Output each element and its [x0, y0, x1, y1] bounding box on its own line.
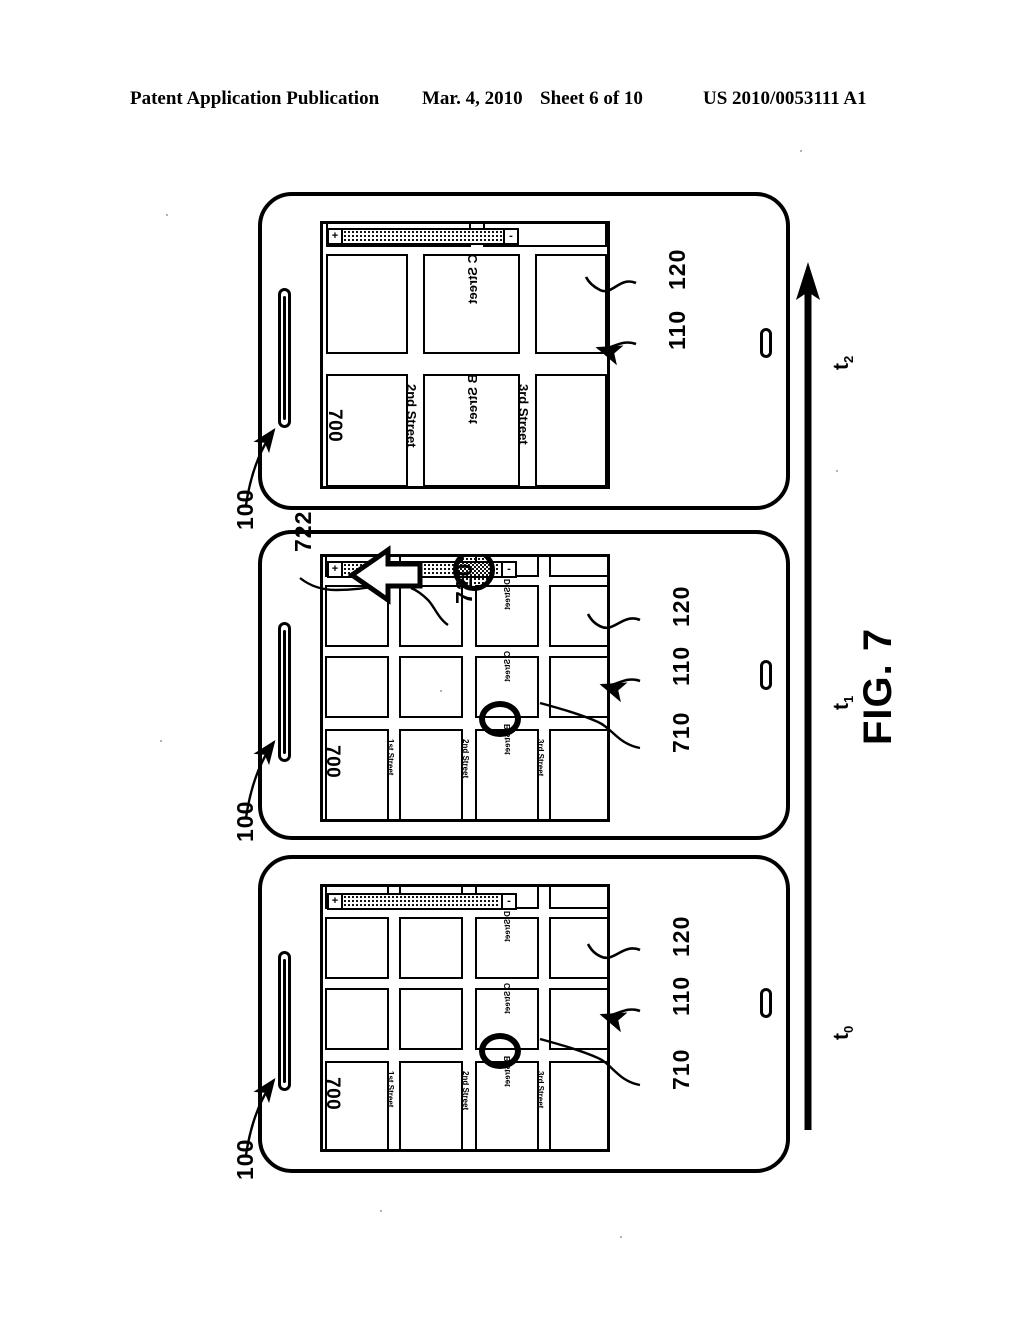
device-t1: D Street C Street B Street 1st Street 2n… — [258, 530, 790, 840]
ref-100-t0: 100 — [232, 1138, 258, 1180]
ref-120-t0: 120 — [668, 915, 694, 957]
street-label-c-street: C Street — [465, 254, 480, 304]
screen-t0: D Street C Street B Street 1st Street 2n… — [320, 884, 610, 1152]
device-t0: D Street C Street B Street 1st Street 2n… — [258, 855, 790, 1173]
scan-speck — [620, 1236, 622, 1238]
street-label-c-street: C Street — [503, 651, 512, 682]
map-block — [399, 988, 463, 1050]
zoom-out-button[interactable]: - — [501, 895, 515, 908]
map-block — [399, 729, 463, 819]
map-block — [325, 917, 389, 979]
map-block — [326, 254, 408, 354]
map-t0: D Street C Street B Street 1st Street 2n… — [323, 887, 607, 1149]
home-button[interactable] — [760, 328, 772, 358]
street-label-3rd-street: 3rd Street — [516, 384, 531, 445]
ref-720-t1: 720 — [451, 562, 477, 604]
map-block — [549, 1061, 607, 1149]
ref-110-t1: 110 — [668, 645, 694, 686]
map-block — [549, 988, 607, 1050]
ref-710-t1: 710 — [668, 711, 694, 753]
map-block — [549, 887, 607, 909]
scan-speck — [380, 1210, 382, 1212]
map-block — [399, 917, 463, 979]
ref-110-t0: 110 — [668, 975, 694, 1016]
ref-100-t2: 100 — [232, 488, 258, 530]
ref-120-t1: 120 — [668, 585, 694, 627]
scan-speck — [440, 690, 442, 692]
map-block — [549, 729, 607, 819]
street-label-b-street: B Street — [465, 374, 480, 424]
timeline-label-t1: t1 — [830, 695, 857, 710]
timeline-arrow — [796, 262, 820, 1130]
map-block — [325, 656, 389, 718]
map-reference-700: 700 — [322, 1077, 343, 1111]
street-label-2nd-street: 2nd Street — [404, 384, 419, 448]
touch-marker-710[interactable] — [479, 1033, 521, 1069]
home-button[interactable] — [760, 988, 772, 1018]
touch-marker-710[interactable] — [479, 701, 521, 737]
zoom-in-button[interactable]: + — [329, 230, 343, 243]
zoom-in-button[interactable]: + — [329, 895, 343, 908]
screen-t2: C Street B Street 2nd Street 3rd Street … — [320, 221, 610, 489]
timeline-label-t0: t0 — [830, 1025, 857, 1040]
timeline-label-t2: t2 — [830, 355, 857, 370]
map-t2: C Street B Street 2nd Street 3rd Street … — [323, 224, 607, 486]
ref-100-t1: 100 — [232, 800, 258, 842]
street-label-d-street: D Street — [503, 579, 512, 610]
speaker-slot-icon — [278, 288, 291, 428]
map-block — [549, 917, 607, 979]
speaker-slot-icon — [278, 951, 291, 1091]
map-block — [535, 374, 607, 486]
zoom-slider-t0[interactable]: + - — [327, 893, 517, 910]
street-label-c-street: C Street — [503, 983, 512, 1014]
device-t2: C Street B Street 2nd Street 3rd Street … — [258, 192, 790, 510]
ref-110-t2: 110 — [664, 309, 690, 350]
scan-speck — [166, 214, 168, 216]
scan-speck — [836, 470, 838, 472]
street-label-1st-street: 1st Street — [386, 1071, 395, 1108]
map-reference-700: 700 — [324, 409, 345, 443]
zoom-slider-t2[interactable]: + - — [327, 228, 519, 245]
map-block — [549, 585, 607, 647]
ref-120-t2: 120 — [664, 248, 690, 290]
map-block — [549, 656, 607, 718]
scan-speck — [160, 740, 162, 742]
ref-722-t1: 722 — [290, 510, 316, 552]
street-label-2nd-street: 2nd Street — [461, 739, 470, 779]
scan-speck — [800, 150, 802, 152]
speaker-slot-icon — [278, 622, 291, 762]
map-block — [325, 585, 389, 647]
home-button[interactable] — [760, 660, 772, 690]
map-block — [399, 656, 463, 718]
street-label-1st-street: 1st Street — [386, 739, 395, 776]
zoom-slider-track[interactable] — [344, 231, 502, 242]
zoom-out-button[interactable]: - — [503, 230, 517, 243]
map-block — [535, 254, 607, 354]
ref-710-t0: 710 — [668, 1048, 694, 1090]
street-label-2nd-street: 2nd Street — [461, 1071, 470, 1111]
map-reference-700: 700 — [322, 745, 343, 779]
street-label-3rd-street: 3rd Street — [536, 739, 545, 777]
zoom-in-button[interactable]: + — [329, 563, 343, 576]
map-block — [549, 557, 607, 577]
zoom-slider-track[interactable] — [344, 896, 500, 907]
street-label-d-street: D Street — [503, 911, 512, 942]
figure-7-drawing: C Street B Street 2nd Street 3rd Street … — [0, 0, 1024, 1320]
zoom-out-button[interactable]: - — [501, 563, 515, 576]
street-label-3rd-street: 3rd Street — [536, 1071, 545, 1109]
map-block — [325, 988, 389, 1050]
map-block — [399, 1061, 463, 1149]
figure-label: FIG. 7 — [856, 627, 900, 745]
